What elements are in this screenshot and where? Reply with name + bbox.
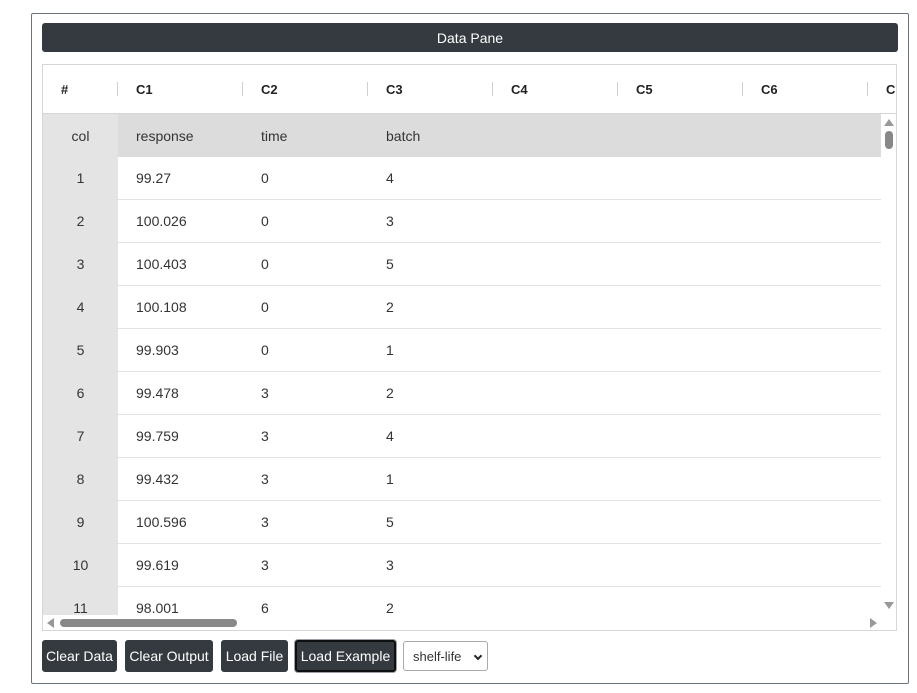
column-separator: [117, 82, 118, 96]
table-row: 8 99.432 3 1: [43, 458, 881, 501]
data-cell[interactable]: 0: [261, 243, 269, 285]
row-index-cell: 5: [43, 329, 118, 371]
row-index-cell: 8: [43, 458, 118, 500]
row-index-cell: 6: [43, 372, 118, 414]
data-cell[interactable]: 5: [386, 501, 394, 543]
chevron-down-icon: [473, 651, 483, 661]
example-dataset-select[interactable]: shelf-life: [403, 641, 488, 671]
data-cell[interactable]: 6: [261, 587, 269, 615]
column-header-c4[interactable]: C4: [511, 65, 528, 113]
load-example-button[interactable]: Load Example: [295, 640, 396, 672]
data-cell[interactable]: 4: [386, 157, 394, 199]
data-cell[interactable]: 1: [386, 458, 394, 500]
scroll-up-arrow-icon[interactable]: [884, 119, 894, 126]
table-row: 2 100.026 0 3: [43, 200, 881, 243]
vertical-scroll-thumb[interactable]: [885, 131, 893, 149]
column-separator: [867, 82, 868, 96]
data-cell[interactable]: 3: [261, 415, 269, 457]
horizontal-scrollbar[interactable]: [43, 615, 881, 630]
row-index-cell: 9: [43, 501, 118, 543]
load-file-button[interactable]: Load File: [221, 640, 288, 672]
data-cell[interactable]: 3: [261, 372, 269, 414]
column-name-cell[interactable]: time: [261, 114, 287, 157]
column-separator: [242, 82, 243, 96]
data-cell[interactable]: 3: [386, 544, 394, 586]
table-row: 10 99.619 3 3: [43, 544, 881, 587]
data-cell[interactable]: 4: [386, 415, 394, 457]
data-cell[interactable]: 99.619: [136, 544, 179, 586]
data-cell[interactable]: 3: [261, 544, 269, 586]
pane-title: Data Pane: [42, 23, 898, 52]
data-cell[interactable]: 100.026: [136, 200, 187, 242]
grid-body: col response time batch 1 99.27 0 4 2 10…: [43, 114, 881, 615]
scroll-down-arrow-icon[interactable]: [884, 602, 894, 609]
column-header-c2[interactable]: C2: [261, 65, 278, 113]
scroll-right-arrow-icon[interactable]: [870, 618, 877, 628]
data-cell[interactable]: 2: [386, 372, 394, 414]
clear-data-button[interactable]: Clear Data: [42, 640, 117, 672]
table-row: 5 99.903 0 1: [43, 329, 881, 372]
data-cell[interactable]: 98.001: [136, 587, 179, 615]
clear-output-button[interactable]: Clear Output: [125, 640, 213, 672]
row-index-cell: 3: [43, 243, 118, 285]
table-row: 6 99.478 3 2: [43, 372, 881, 415]
horizontal-scroll-thumb[interactable]: [60, 619, 237, 627]
table-row: 9 100.596 3 5: [43, 501, 881, 544]
data-panel: Data Pane # C1 C2 C3 C4 C5 C6 C7 col res…: [31, 13, 909, 684]
data-cell[interactable]: 2: [386, 587, 394, 615]
data-cell[interactable]: 0: [261, 200, 269, 242]
data-cell[interactable]: 100.596: [136, 501, 187, 543]
data-cell[interactable]: 99.432: [136, 458, 179, 500]
column-name-cell[interactable]: batch: [386, 114, 420, 157]
table-row: 11 98.001 6 2: [43, 587, 881, 615]
column-header-c3[interactable]: C3: [386, 65, 403, 113]
column-header-c1[interactable]: C1: [136, 65, 153, 113]
row-index-cell: 10: [43, 544, 118, 586]
grid-header-row: # C1 C2 C3 C4 C5 C6 C7: [43, 65, 896, 114]
row-index-cell: 11: [43, 587, 118, 615]
data-cell[interactable]: 1: [386, 329, 394, 371]
column-header-c5[interactable]: C5: [636, 65, 653, 113]
data-cell[interactable]: 99.759: [136, 415, 179, 457]
data-cell[interactable]: 99.903: [136, 329, 179, 371]
data-cell[interactable]: 99.478: [136, 372, 179, 414]
data-cell[interactable]: 2: [386, 286, 394, 328]
data-cell[interactable]: 100.403: [136, 243, 187, 285]
data-cell[interactable]: 3: [386, 200, 394, 242]
column-separator: [742, 82, 743, 96]
scroll-left-arrow-icon[interactable]: [47, 618, 54, 628]
column-separator: [617, 82, 618, 96]
data-grid: # C1 C2 C3 C4 C5 C6 C7 col response time…: [42, 64, 897, 631]
column-separator: [492, 82, 493, 96]
table-row: 4 100.108 0 2: [43, 286, 881, 329]
column-separator: [367, 82, 368, 96]
data-cell[interactable]: 0: [261, 157, 269, 199]
row-index-cell: 7: [43, 415, 118, 457]
table-row: 7 99.759 3 4: [43, 415, 881, 458]
row-index-cell: col: [43, 114, 118, 157]
vertical-scrollbar[interactable]: [881, 114, 896, 615]
index-header: #: [61, 82, 69, 97]
data-cell[interactable]: 3: [261, 458, 269, 500]
column-name-cell[interactable]: response: [136, 114, 194, 157]
column-header-c6[interactable]: C6: [761, 65, 778, 113]
column-header-c7[interactable]: C7: [886, 65, 896, 113]
row-index-cell: 1: [43, 157, 118, 199]
column-names-row: col response time batch: [43, 114, 881, 157]
data-cell[interactable]: 0: [261, 329, 269, 371]
data-cell[interactable]: 100.108: [136, 286, 187, 328]
example-select-value: shelf-life: [413, 648, 462, 664]
data-cell[interactable]: 3: [261, 501, 269, 543]
table-row: 3 100.403 0 5: [43, 243, 881, 286]
table-row: 1 99.27 0 4: [43, 157, 881, 200]
data-cell[interactable]: 0: [261, 286, 269, 328]
data-cell[interactable]: 99.27: [136, 157, 171, 199]
data-cell[interactable]: 5: [386, 243, 394, 285]
row-index-cell: 4: [43, 286, 118, 328]
row-index-cell: 2: [43, 200, 118, 242]
